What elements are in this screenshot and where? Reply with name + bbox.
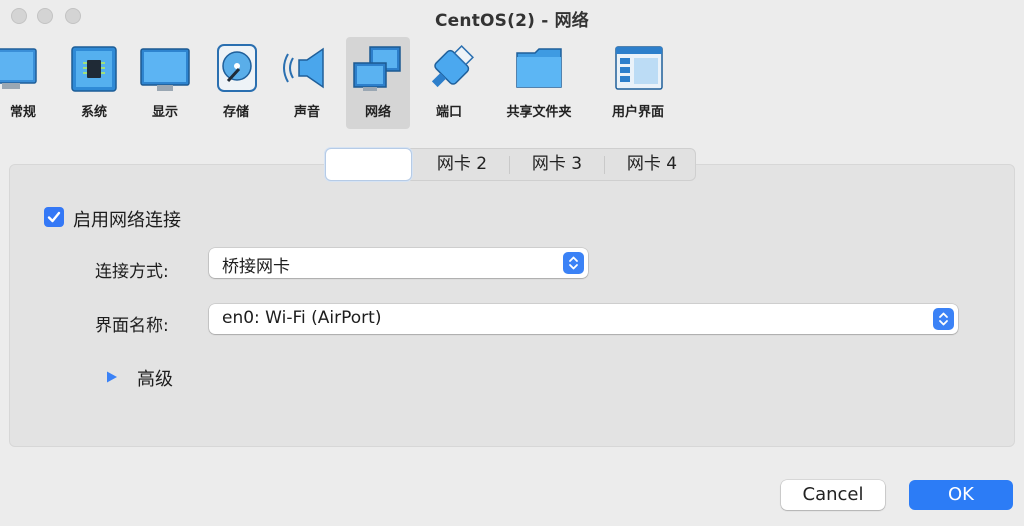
advanced-label[interactable]: 高级: [137, 365, 173, 391]
enable-adapter-label: 启用网络连接: [73, 210, 181, 231]
tab-separator: [604, 156, 605, 174]
toolbar-item-shared-folders[interactable]: 共享文件夹: [494, 37, 584, 129]
toolbar-label-display: 显示: [151, 105, 178, 120]
interface-name-value: en0: Wi-Fi (AirPort): [222, 308, 382, 328]
checkmark-icon: [47, 211, 61, 223]
port-icon: [431, 45, 474, 88]
interface-name-label: 界面名称:: [95, 316, 169, 336]
folder-icon: [516, 48, 562, 88]
tab-adapter-4[interactable]: 网卡 4: [608, 149, 696, 180]
updown-chevron-icon: [933, 308, 954, 330]
toolbar-label-ports: 端口: [435, 105, 462, 120]
toolbar-item-ports[interactable]: 端口: [417, 37, 481, 129]
tab-separator: [509, 156, 510, 174]
settings-toolbar: 常规 系统 显示 存储 声音 网络 端口 共享文件夹 用户界面: [0, 34, 1024, 130]
toolbar-item-user-interface[interactable]: 用户界面: [598, 37, 678, 129]
toolbar-item-system[interactable]: 系统: [62, 37, 126, 129]
speaker-icon: [283, 47, 324, 89]
monitor-general-icon: [0, 48, 37, 89]
interface-name-select[interactable]: en0: Wi-Fi (AirPort): [209, 304, 958, 334]
updown-chevron-icon: [563, 252, 584, 274]
toolbar-label-user-interface: 用户界面: [611, 105, 664, 120]
tab-adapter-3[interactable]: 网卡 3: [513, 149, 601, 180]
disk-icon: [217, 44, 257, 92]
user-interface-icon: [615, 46, 663, 90]
toolbar-item-network[interactable]: 网络: [346, 37, 410, 129]
chip-icon: [71, 46, 117, 92]
display-icon: [140, 48, 190, 91]
toolbar-label-audio: 声音: [293, 105, 320, 120]
attached-to-value: 桥接网卡: [222, 257, 290, 277]
tab-adapter-2[interactable]: 网卡 2: [419, 149, 505, 180]
toolbar-item-general[interactable]: 常规: [0, 37, 46, 129]
ok-button[interactable]: OK: [909, 480, 1013, 510]
adapter-tabs: 网卡 2 网卡 3 网卡 4: [324, 148, 696, 181]
toolbar-label-shared-folders: 共享文件夹: [506, 105, 572, 120]
toolbar-item-display[interactable]: 显示: [133, 37, 197, 129]
window-title: CentOS(2) - 网络: [435, 11, 589, 31]
toolbar-label-storage: 存储: [222, 105, 249, 120]
tab-adapter-1[interactable]: [325, 148, 412, 181]
toolbar-item-storage[interactable]: 存储: [204, 37, 268, 129]
toolbar-label-general: 常规: [9, 105, 36, 120]
cancel-button[interactable]: Cancel: [781, 480, 885, 510]
attached-to-select[interactable]: 桥接网卡: [209, 248, 588, 278]
title-bar: CentOS(2) - 网络: [0, 0, 1024, 34]
toolbar-label-network: 网络: [364, 105, 391, 120]
toolbar-item-audio[interactable]: 声音: [275, 37, 339, 129]
disclosure-triangle-icon[interactable]: [105, 370, 119, 384]
enable-adapter-checkbox[interactable]: [44, 207, 64, 227]
toolbar-label-system: 系统: [80, 105, 107, 120]
attached-to-label: 连接方式:: [95, 262, 169, 282]
network-icon: [353, 46, 401, 91]
